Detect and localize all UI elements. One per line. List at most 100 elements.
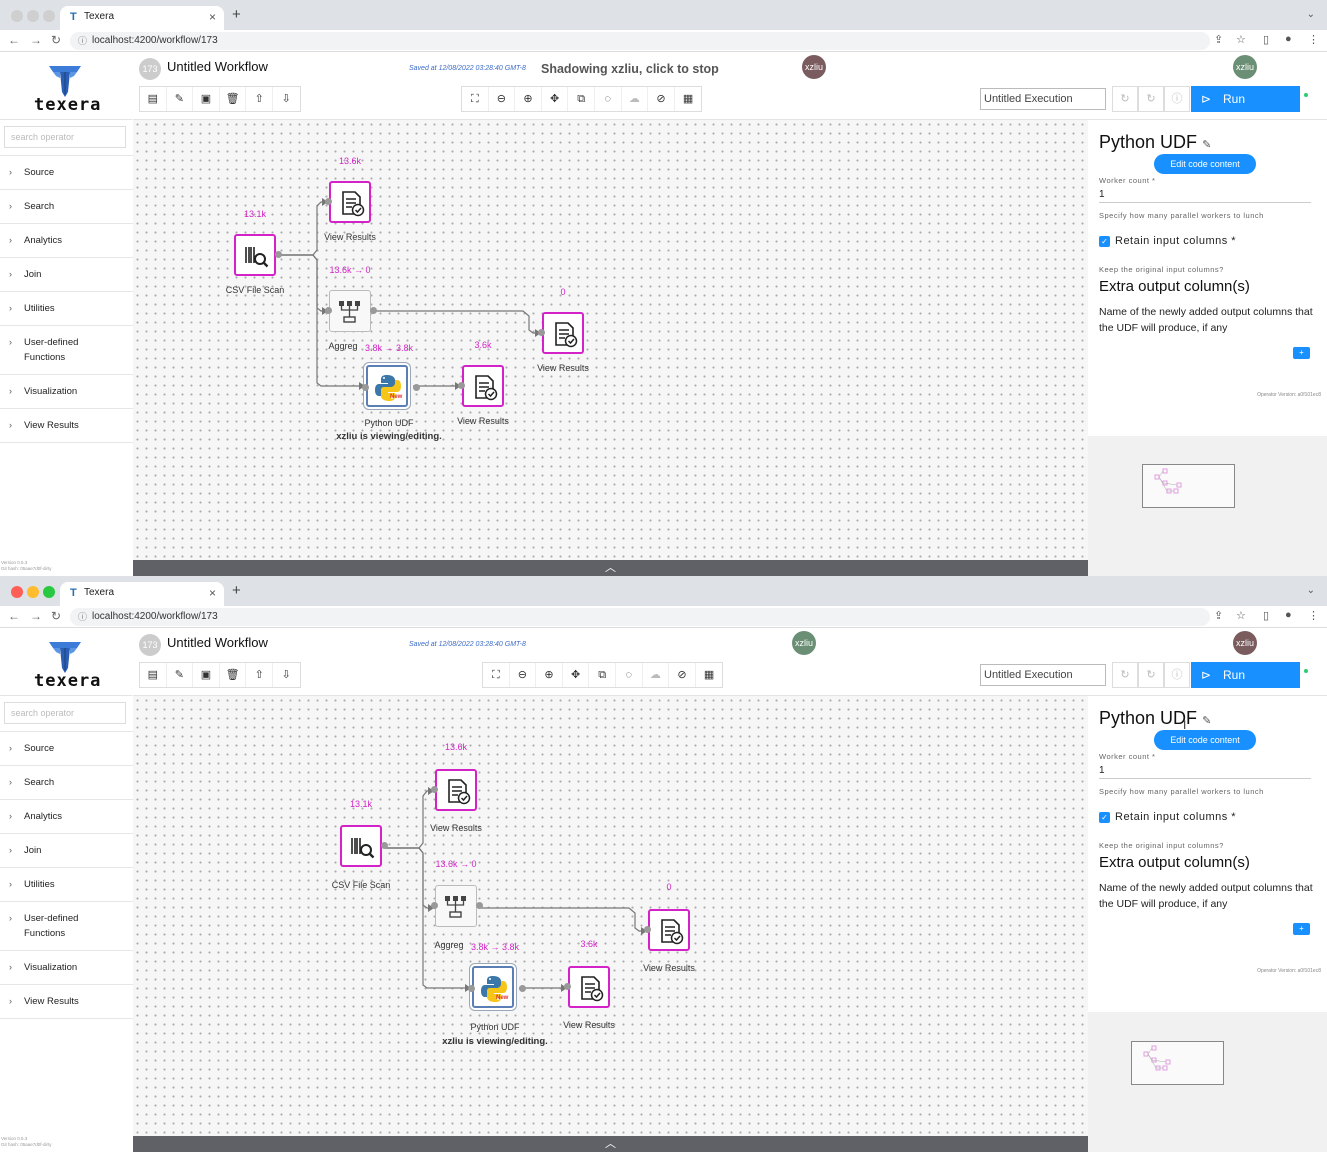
side-panel-icon[interactable]: ▯ bbox=[1263, 33, 1269, 46]
edit-icon[interactable]: ✎ bbox=[167, 663, 194, 687]
maximize-window-dot[interactable] bbox=[43, 586, 55, 598]
save-icon[interactable]: ▣ bbox=[193, 663, 220, 687]
profile-icon[interactable]: ● bbox=[1285, 609, 1292, 621]
add-column-button[interactable]: + bbox=[1293, 923, 1310, 935]
edit-code-button[interactable]: Edit code content bbox=[1154, 730, 1256, 750]
minimap[interactable] bbox=[1142, 464, 1235, 508]
close-window-dot[interactable] bbox=[11, 586, 23, 598]
info-icon[interactable]: ⓘ bbox=[1164, 86, 1190, 112]
browser-tab[interactable]: T Texera × bbox=[60, 6, 224, 30]
back-icon[interactable]: ← bbox=[8, 609, 20, 623]
address-field[interactable]: ⓘ localhost:4200/workflow/173 bbox=[70, 32, 1210, 50]
forward-icon[interactable]: → bbox=[30, 33, 42, 47]
texera-logo[interactable]: texera bbox=[0, 52, 132, 120]
new-tab-icon[interactable]: + bbox=[232, 582, 241, 599]
texera-logo[interactable]: texera bbox=[0, 628, 132, 696]
workflow-name[interactable]: Untitled Workflow bbox=[167, 635, 268, 650]
close-window-dot[interactable] bbox=[11, 10, 23, 22]
input-port[interactable] bbox=[564, 983, 571, 990]
expand-icon[interactable]: ✥ bbox=[563, 663, 590, 687]
download-icon[interactable]: ⇩ bbox=[273, 663, 300, 687]
minimize-window-dot[interactable] bbox=[27, 10, 39, 22]
minimize-window-dot[interactable] bbox=[27, 586, 39, 598]
sidebar-category-search[interactable]: › Search bbox=[0, 190, 133, 224]
view1-operator[interactable] bbox=[435, 769, 477, 811]
list-icon[interactable]: ▤ bbox=[140, 663, 167, 687]
input-port[interactable] bbox=[458, 382, 465, 389]
add-column-button[interactable]: + bbox=[1293, 347, 1310, 359]
operator-title[interactable]: Python UDF ✎ bbox=[1099, 132, 1211, 153]
back-icon[interactable]: ← bbox=[8, 33, 20, 47]
profile-icon[interactable]: ● bbox=[1285, 33, 1292, 45]
python-operator[interactable]: New bbox=[472, 966, 514, 1008]
output-port[interactable] bbox=[476, 902, 483, 909]
rename-icon[interactable]: ✎ bbox=[1202, 139, 1211, 151]
retain-columns-checkbox[interactable]: ✓ bbox=[1099, 812, 1110, 823]
input-port[interactable] bbox=[431, 902, 438, 909]
workflow-link[interactable] bbox=[478, 907, 648, 932]
sidebar-category-analytics[interactable]: › Analytics bbox=[0, 800, 133, 834]
view2-operator[interactable] bbox=[542, 312, 584, 354]
view2-operator[interactable] bbox=[648, 909, 690, 951]
expand-icon[interactable]: ✥ bbox=[542, 87, 569, 111]
workflow-link[interactable] bbox=[385, 847, 435, 909]
execution-name-input[interactable]: Untitled Execution bbox=[980, 88, 1106, 110]
input-port[interactable] bbox=[431, 786, 438, 793]
operator-title[interactable]: Python UDF ✎ bbox=[1099, 708, 1211, 729]
workflow-link[interactable] bbox=[385, 790, 435, 849]
bookmark-icon[interactable]: ☆ bbox=[1236, 33, 1246, 46]
side-panel-icon[interactable]: ▯ bbox=[1263, 609, 1269, 622]
csv-operator[interactable] bbox=[340, 825, 382, 867]
upload-icon[interactable]: ☁ bbox=[622, 87, 649, 111]
input-port[interactable] bbox=[325, 307, 332, 314]
zoom-in-icon[interactable]: ⊕ bbox=[536, 663, 563, 687]
table-icon[interactable]: ▦ bbox=[675, 87, 702, 111]
workflow-canvas[interactable]: New 13.1k CSV File Scan 13.6k View Results 13… bbox=[133, 696, 1088, 1136]
run-button[interactable]: ⊳ Run bbox=[1191, 86, 1300, 112]
python-operator[interactable]: New bbox=[366, 365, 408, 407]
sidebar-category-utilities[interactable]: › Utilities bbox=[0, 292, 133, 326]
search-operator-input[interactable]: search operator bbox=[4, 702, 126, 724]
zoom-out-icon[interactable]: ⊖ bbox=[510, 663, 537, 687]
info-icon[interactable]: ⓘ bbox=[1164, 662, 1190, 688]
disable-icon[interactable]: ⊘ bbox=[648, 87, 675, 111]
forward-icon[interactable]: → bbox=[30, 609, 42, 623]
workflow-link[interactable] bbox=[372, 310, 542, 334]
upload-icon[interactable]: ☁ bbox=[643, 663, 670, 687]
comment-icon[interactable]: ◌ bbox=[616, 663, 643, 687]
output-port[interactable] bbox=[381, 842, 388, 849]
view3-operator[interactable] bbox=[462, 365, 504, 407]
share-icon[interactable]: ⇪ bbox=[1214, 609, 1223, 622]
shadowing-banner[interactable]: Shadowing xzliu, click to stop bbox=[541, 62, 719, 76]
result-panel-toggle[interactable]: ︿ bbox=[133, 1136, 1088, 1152]
bookmark-icon[interactable]: ☆ bbox=[1236, 609, 1246, 622]
fit-icon[interactable]: ⛶ bbox=[483, 663, 510, 687]
workflow-link[interactable] bbox=[279, 201, 329, 256]
redo-icon[interactable]: ↻ bbox=[1138, 86, 1164, 112]
export-icon[interactable]: ⇧ bbox=[246, 663, 273, 687]
delete-icon[interactable]: 🗑 bbox=[220, 663, 247, 687]
sidebar-category-join[interactable]: › Join bbox=[0, 834, 133, 868]
list-icon[interactable]: ▤ bbox=[140, 87, 167, 111]
close-tab-icon[interactable]: × bbox=[209, 582, 216, 604]
sidebar-category-visualization[interactable]: › Visualization bbox=[0, 375, 133, 409]
sidebar-category-utilities[interactable]: › Utilities bbox=[0, 868, 133, 902]
retain-columns-checkbox[interactable]: ✓ bbox=[1099, 236, 1110, 247]
layout-icon[interactable]: ⧉ bbox=[589, 663, 616, 687]
undo-icon[interactable]: ↻ bbox=[1112, 86, 1138, 112]
input-port[interactable] bbox=[362, 384, 369, 391]
table-icon[interactable]: ▦ bbox=[696, 663, 723, 687]
browser-menu-icon[interactable]: ⋮ bbox=[1308, 609, 1319, 622]
delete-icon[interactable]: 🗑 bbox=[220, 87, 247, 111]
result-panel-toggle[interactable]: ︿ bbox=[133, 560, 1088, 576]
sidebar-category-source[interactable]: › Source bbox=[0, 156, 133, 190]
edit-icon[interactable]: ✎ bbox=[167, 87, 194, 111]
agg-operator[interactable] bbox=[329, 290, 371, 332]
minimap[interactable] bbox=[1131, 1041, 1224, 1085]
edit-code-button[interactable]: Edit code content bbox=[1154, 154, 1256, 174]
sidebar-category-search[interactable]: › Search bbox=[0, 766, 133, 800]
maximize-window-dot[interactable] bbox=[43, 10, 55, 22]
csv-operator[interactable] bbox=[234, 234, 276, 276]
tab-search-icon[interactable]: ⌄ bbox=[1307, 585, 1315, 596]
reload-icon[interactable]: ↻ bbox=[51, 609, 61, 623]
